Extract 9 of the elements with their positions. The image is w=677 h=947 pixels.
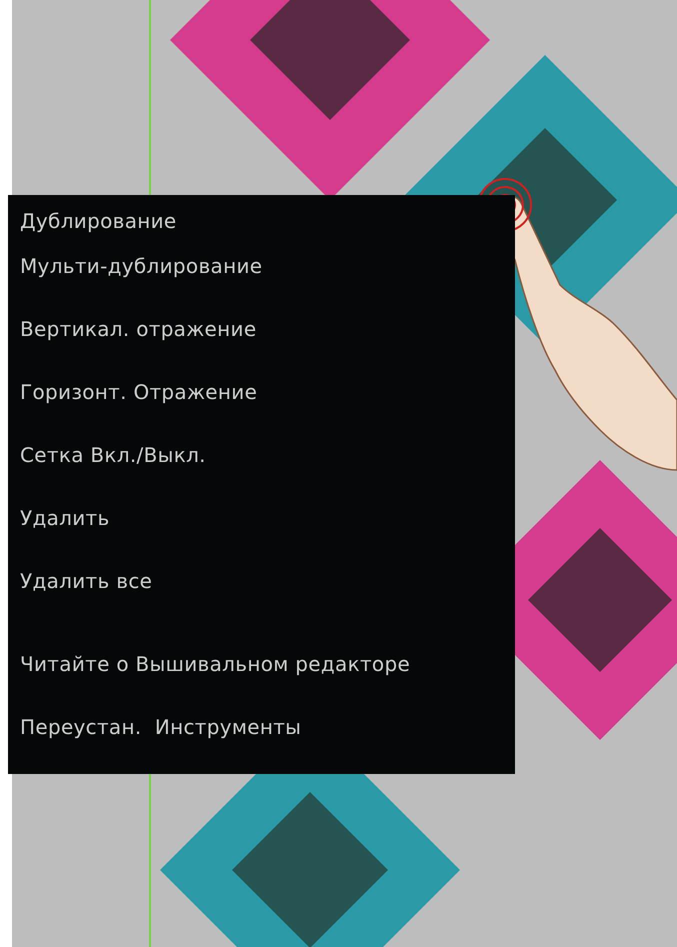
menu-item[interactable]: Переустан. Инструменты [8,705,515,768]
menu-item[interactable]: Читайте о Вышивальном редакторе [8,642,515,705]
menu-item[interactable]: Мульти-дублирование [8,244,515,307]
menu-item[interactable]: Дублирование [8,199,515,244]
menu-item[interactable]: Горизонт. Отражение [8,370,515,433]
menu-item[interactable]: Вертикал. отражение [8,307,515,370]
menu-item[interactable]: Сетка Вкл./Выкл. [8,433,515,496]
menu-item[interactable]: Удалить [8,496,515,559]
menu-item[interactable]: Удалить все [8,559,515,622]
